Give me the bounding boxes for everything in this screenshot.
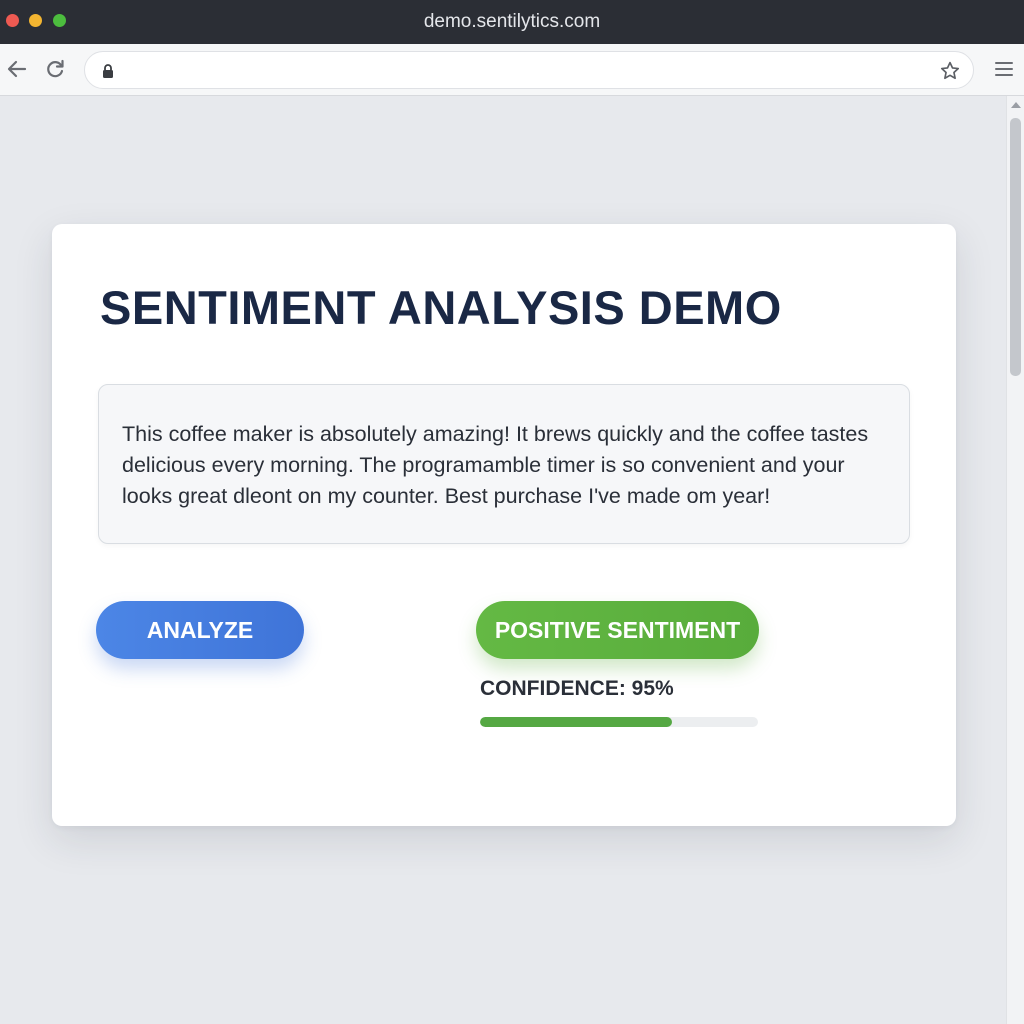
arrow-left-icon [7, 60, 27, 78]
menu-button[interactable] [991, 56, 1017, 82]
address-bar[interactable] [84, 51, 974, 89]
reload-icon [47, 59, 64, 78]
review-textarea[interactable]: This coffee maker is absolutely amazing!… [98, 384, 910, 544]
analyze-button[interactable]: ANALYZE [96, 601, 304, 659]
confidence-bar [480, 717, 758, 727]
back-button[interactable] [4, 56, 30, 82]
star-icon[interactable] [939, 60, 961, 82]
confidence-bar-fill [480, 717, 672, 727]
browser-toolbar [0, 44, 1024, 96]
scroll-up-arrow[interactable] [1011, 102, 1021, 108]
window-title: demo.sentilytics.com [423, 11, 601, 32]
window-titlebar: demo.sentilytics.com [0, 0, 1024, 44]
page-title: SENTIMENT ANALYSIS DEMO [100, 281, 782, 334]
hamburger-menu-icon [995, 62, 1013, 76]
sentiment-result-badge: POSITIVE SENTIMENT [476, 601, 759, 659]
confidence-label: CONFIDENCE: 95% [480, 677, 674, 700]
vertical-scrollbar[interactable] [1006, 96, 1024, 1024]
lock-icon [103, 64, 113, 78]
reload-button[interactable] [42, 56, 68, 82]
sentiment-demo-card: SENTIMENT ANALYSIS DEMO This coffee make… [52, 224, 956, 826]
scroll-thumb[interactable] [1010, 118, 1021, 376]
